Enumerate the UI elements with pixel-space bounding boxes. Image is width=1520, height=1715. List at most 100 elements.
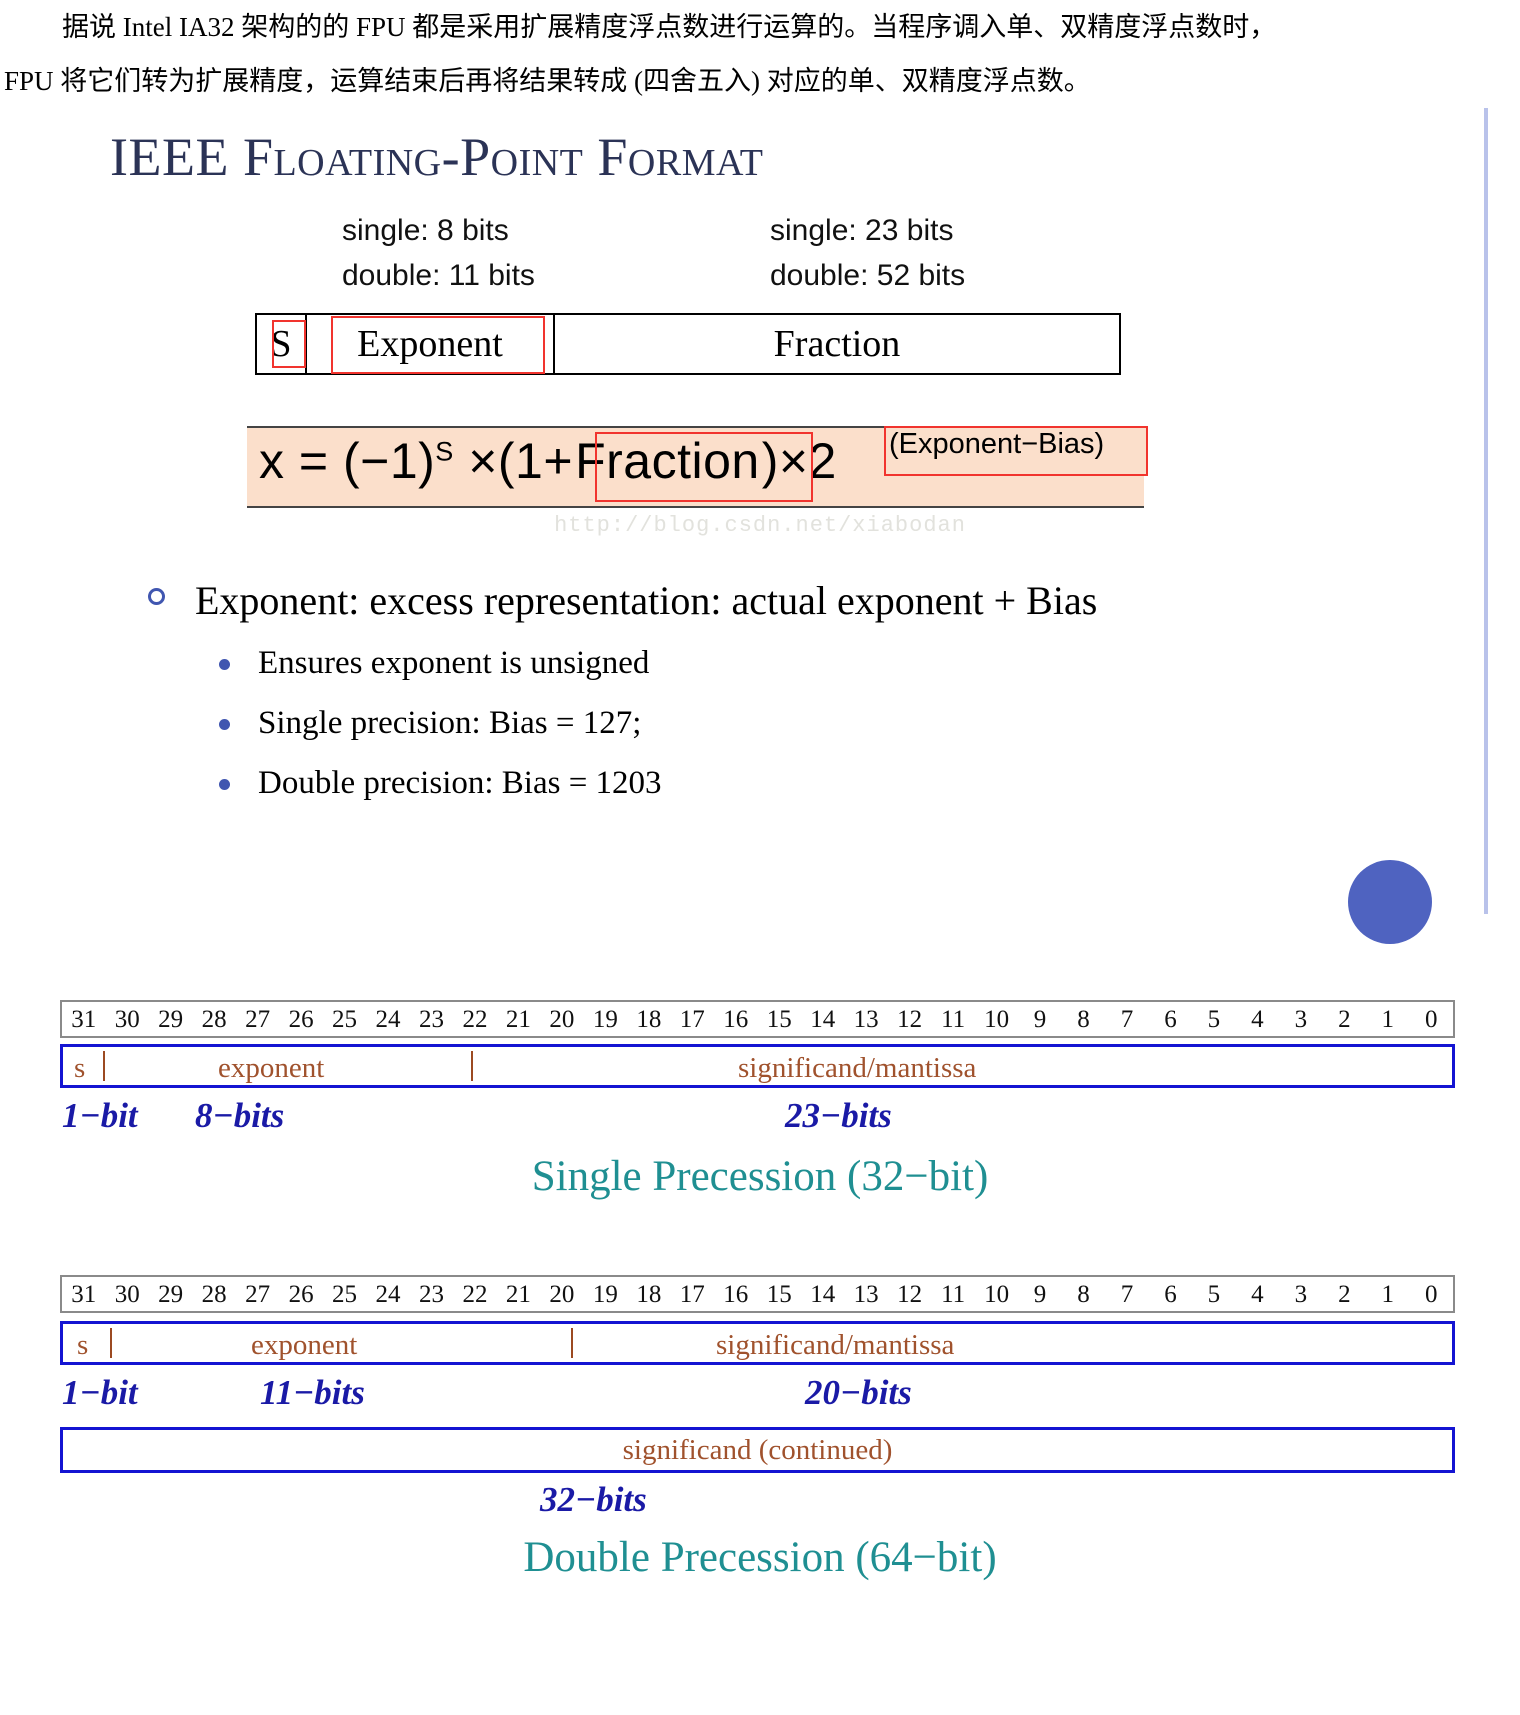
bit-number: 24 bbox=[375, 1280, 401, 1308]
dot-bullet-icon bbox=[219, 659, 230, 670]
double-precision-field-row: s exponent significand/mantissa bbox=[60, 1321, 1455, 1365]
format-field-exponent: Exponent bbox=[307, 315, 555, 373]
formula-fraction-term: Fraction bbox=[575, 433, 760, 489]
bullet-sub-1: Ensures exponent is unsigned bbox=[0, 635, 1520, 691]
size-label-sign: 1−bit bbox=[62, 1096, 138, 1135]
bit-number: 22 bbox=[462, 1280, 488, 1308]
formula-lead: x = (−1) bbox=[259, 433, 436, 489]
bit-number: 22 bbox=[462, 1005, 488, 1033]
bit-number: 28 bbox=[201, 1280, 227, 1308]
double-precision-size-labels: 1−bit 11−bits 20−bits bbox=[60, 1373, 1455, 1423]
field-label-significand: significand/mantissa bbox=[738, 1052, 977, 1084]
bullet-sub-2: Single precision: Bias = 127; bbox=[0, 695, 1520, 751]
field-label-exponent: exponent bbox=[251, 1329, 358, 1361]
bit-number: 14 bbox=[810, 1280, 836, 1308]
bit-number: 7 bbox=[1120, 1280, 1134, 1308]
bit-number: 13 bbox=[853, 1005, 879, 1033]
bit-number: 29 bbox=[158, 1005, 184, 1033]
intro-paragraph: 据说 Intel IA32 架构的的 FPU 都是采用扩展精度浮点数进行运算的。… bbox=[0, 0, 1520, 108]
double-precision-caption: Double Precession (64−bit) bbox=[523, 1534, 997, 1581]
bit-number: 25 bbox=[332, 1005, 358, 1033]
dot-bullet-icon bbox=[219, 779, 230, 790]
legend-exponent-single: single: 8 bits bbox=[342, 214, 509, 247]
watermark-url: http://blog.csdn.net/xiabodan bbox=[554, 513, 966, 538]
bit-number: 1 bbox=[1381, 1005, 1395, 1033]
bit-number: 21 bbox=[505, 1280, 531, 1308]
bit-number: 0 bbox=[1425, 1280, 1438, 1308]
bit-number: 7 bbox=[1120, 1005, 1134, 1033]
legend-exponent: single: 8 bits double: 11 bits bbox=[342, 208, 535, 298]
bit-number: 3 bbox=[1294, 1005, 1308, 1033]
size-label-sign: 1−bit bbox=[62, 1373, 138, 1412]
bullet-list: Exponent: excess representation: actual … bbox=[0, 570, 1520, 811]
legend-fraction-double: double: 52 bits bbox=[770, 259, 966, 292]
bit-number: 25 bbox=[332, 1280, 358, 1308]
slide-title: IEEE Floating-Point Format bbox=[110, 127, 764, 187]
bit-number: 15 bbox=[766, 1005, 792, 1033]
bit-number: 17 bbox=[679, 1005, 705, 1033]
bit-number: 18 bbox=[636, 1280, 662, 1308]
bit-number: 26 bbox=[288, 1280, 314, 1308]
field-separator-exponent bbox=[471, 1051, 473, 1081]
single-precision-caption: Single Precession (32−bit) bbox=[531, 1153, 989, 1200]
dot-bullet-icon bbox=[219, 719, 230, 730]
bit-number: 31 bbox=[71, 1005, 97, 1033]
size-label-exponent: 11−bits bbox=[260, 1373, 365, 1412]
formula-mid-close: )×2 bbox=[761, 433, 837, 489]
format-field-fraction: Fraction bbox=[773, 323, 901, 365]
field-separator-exponent bbox=[571, 1328, 573, 1358]
bit-number: 19 bbox=[592, 1280, 618, 1308]
field-label-sign: s bbox=[74, 1052, 86, 1084]
ieee-formula: x = (−1)S ×(1+Fraction)×2 bbox=[259, 432, 837, 490]
size-label-significand: 20−bits bbox=[805, 1373, 912, 1412]
field-separator-sign bbox=[103, 1051, 105, 1081]
field-label-significand: significand/mantissa bbox=[716, 1329, 955, 1361]
bit-number: 26 bbox=[288, 1005, 314, 1033]
intro-line-2: FPU 将它们转为扩展精度，运算结束后再将结果转成 (四舍五入) 对应的单、双精… bbox=[4, 66, 1091, 96]
single-precision-field-row: s exponent significand/mantissa bbox=[60, 1044, 1455, 1088]
bit-number: 11 bbox=[941, 1280, 966, 1308]
bit-number: 28 bbox=[201, 1005, 227, 1033]
bit-number: 2 bbox=[1338, 1005, 1351, 1033]
bit-number: 20 bbox=[549, 1280, 575, 1308]
bit-number: 30 bbox=[114, 1280, 140, 1308]
bit-number: 5 bbox=[1207, 1005, 1221, 1033]
bit-number: 12 bbox=[897, 1280, 923, 1308]
legend-fraction-single: single: 23 bits bbox=[770, 214, 954, 247]
size-label-continued: 32−bits bbox=[540, 1480, 647, 1519]
bit-number: 4 bbox=[1251, 1280, 1264, 1308]
bit-number: 10 bbox=[984, 1280, 1010, 1308]
bit-number: 16 bbox=[723, 1005, 749, 1033]
size-label-significand: 23−bits bbox=[785, 1096, 892, 1135]
formula-mid-open: ×(1+ bbox=[453, 433, 574, 489]
bit-number: 3 bbox=[1294, 1280, 1308, 1308]
bit-number: 0 bbox=[1425, 1005, 1438, 1033]
bit-number: 14 bbox=[810, 1005, 836, 1033]
bit-number: 18 bbox=[636, 1005, 662, 1033]
bit-number: 5 bbox=[1207, 1280, 1221, 1308]
bit-number: 27 bbox=[245, 1280, 271, 1308]
bit-number: 23 bbox=[418, 1005, 444, 1033]
bit-number: 21 bbox=[505, 1005, 531, 1033]
bit-number: 12 bbox=[897, 1005, 923, 1033]
bit-number: 19 bbox=[592, 1005, 618, 1033]
bit-number-row: 31 30 29 28 27 26 25 24 23 22 21 20 19 18 17 16 15 14 13 12… bbox=[60, 1000, 1455, 1038]
bit-number: 20 bbox=[549, 1005, 575, 1033]
slide-accent-dot bbox=[1348, 860, 1432, 944]
bit-number: 1 bbox=[1381, 1280, 1395, 1308]
formula-exponent-superscript: (Exponent−Bias) bbox=[889, 428, 1105, 460]
bit-number: 10 bbox=[984, 1005, 1010, 1033]
field-label-significand-continued: significand (continued) bbox=[622, 1433, 893, 1466]
bit-number: 24 bbox=[375, 1005, 401, 1033]
legend-exponent-double: double: 11 bits bbox=[342, 259, 535, 292]
bit-number-row: 31 30 29 28 27 26 25 24 23 22 21 20 19 18 17 16 15 14 13 12… bbox=[60, 1275, 1455, 1313]
bit-number: 8 bbox=[1077, 1280, 1090, 1308]
bit-number: 27 bbox=[245, 1005, 271, 1033]
bit-number: 29 bbox=[158, 1280, 184, 1308]
bullet-sub-3-text: Double precision: Bias = 1203 bbox=[258, 765, 662, 801]
bit-number: 11 bbox=[941, 1005, 966, 1033]
intro-line-1: 据说 Intel IA32 架构的的 FPU 都是采用扩展精度浮点数进行运算的。… bbox=[62, 12, 1277, 42]
size-label-exponent: 8−bits bbox=[195, 1096, 285, 1135]
bit-number: 9 bbox=[1033, 1005, 1047, 1033]
formula-sign-superscript: S bbox=[435, 436, 454, 467]
